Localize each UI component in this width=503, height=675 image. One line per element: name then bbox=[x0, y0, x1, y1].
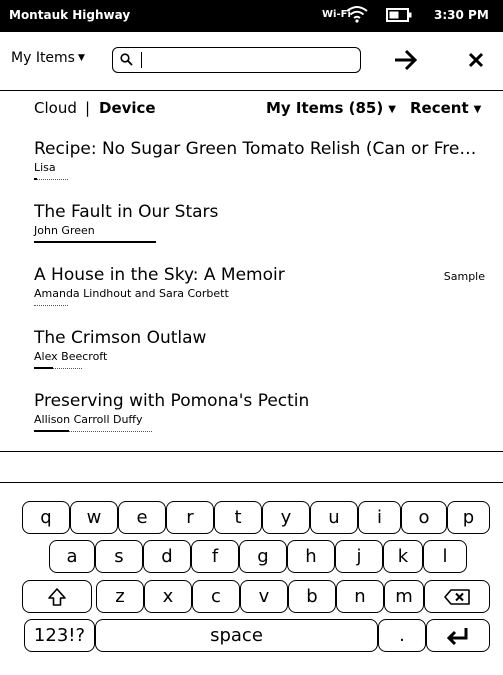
backspace-key[interactable] bbox=[424, 580, 490, 613]
progress-fill bbox=[34, 178, 37, 180]
book-author: John Green bbox=[34, 224, 95, 237]
key-v[interactable]: v bbox=[240, 580, 288, 613]
battery-icon bbox=[386, 8, 412, 22]
my-items-label: My Items (85) bbox=[266, 99, 384, 117]
search-scope-dropdown[interactable]: My Items ▼ bbox=[11, 50, 85, 66]
period-key[interactable]: . bbox=[378, 619, 426, 652]
reading-progress bbox=[34, 178, 68, 180]
key-a[interactable]: a bbox=[49, 540, 95, 573]
key-o[interactable]: o bbox=[401, 501, 447, 534]
book-author: Alex Beecroft bbox=[34, 350, 108, 363]
wifi-icon bbox=[346, 6, 368, 23]
enter-icon bbox=[446, 627, 468, 645]
search-icon bbox=[120, 53, 133, 66]
book-item[interactable]: Preserving with Pomona's Pectin Allison … bbox=[34, 390, 489, 432]
on-screen-keyboard: q w e r t y u i o p a s d f g h j k l z … bbox=[0, 483, 503, 675]
key-d[interactable]: d bbox=[143, 540, 191, 573]
close-icon[interactable] bbox=[467, 51, 485, 69]
progress-fill bbox=[34, 430, 69, 432]
key-p[interactable]: p bbox=[447, 501, 490, 534]
progress-fill bbox=[34, 241, 156, 243]
shift-icon bbox=[48, 587, 66, 606]
progress-fill bbox=[34, 367, 53, 369]
key-b[interactable]: b bbox=[288, 580, 336, 613]
library-filter-bar: Cloud | Device My Items (85) ▼ Recent ▼ bbox=[0, 91, 503, 125]
book-item[interactable]: The Fault in Our Stars John Green bbox=[34, 201, 489, 243]
key-l[interactable]: l bbox=[423, 540, 467, 573]
sort-label: Recent bbox=[410, 99, 469, 117]
cloud-tab[interactable]: Cloud bbox=[34, 99, 77, 117]
sort-dropdown[interactable]: Recent ▼ bbox=[410, 99, 481, 117]
reading-progress bbox=[34, 367, 82, 369]
key-i[interactable]: i bbox=[358, 501, 401, 534]
key-u[interactable]: u bbox=[310, 501, 358, 534]
key-k[interactable]: k bbox=[383, 540, 423, 573]
search-input[interactable] bbox=[143, 51, 353, 69]
key-y[interactable]: y bbox=[262, 501, 310, 534]
numbers-symbols-key[interactable]: 123!? bbox=[24, 619, 95, 652]
key-r[interactable]: r bbox=[166, 501, 214, 534]
text-cursor bbox=[141, 52, 142, 68]
caret-down-icon: ▼ bbox=[388, 104, 396, 115]
key-z[interactable]: z bbox=[96, 580, 144, 613]
caret-down-icon: ▼ bbox=[77, 53, 85, 63]
reading-progress bbox=[34, 241, 156, 243]
book-author: Amanda Lindhout and Sara Corbett bbox=[34, 287, 229, 300]
book-title: Recipe: No Sugar Green Tomato Relish (Ca… bbox=[34, 139, 477, 159]
enter-key[interactable] bbox=[426, 619, 490, 652]
book-author: Allison Carroll Duffy bbox=[34, 413, 143, 426]
key-t[interactable]: t bbox=[214, 501, 262, 534]
caret-down-icon: ▼ bbox=[473, 104, 482, 115]
book-item[interactable]: Recipe: No Sugar Green Tomato Relish (Ca… bbox=[34, 138, 489, 180]
shift-key[interactable] bbox=[22, 580, 92, 613]
space-key[interactable]: space bbox=[95, 619, 378, 652]
book-item[interactable]: A House in the Sky: A Memoir Amanda Lind… bbox=[34, 264, 489, 306]
key-j[interactable]: j bbox=[335, 540, 383, 573]
my-items-filter[interactable]: My Items (85) ▼ bbox=[266, 99, 396, 117]
reading-progress bbox=[34, 304, 68, 306]
key-w[interactable]: w bbox=[70, 501, 118, 534]
book-author: Lisa bbox=[34, 161, 56, 174]
key-m[interactable]: m bbox=[384, 580, 424, 613]
progress-track bbox=[34, 178, 68, 180]
key-f[interactable]: f bbox=[191, 540, 239, 573]
backspace-icon bbox=[444, 588, 470, 605]
key-n[interactable]: n bbox=[336, 580, 384, 613]
go-arrow-icon[interactable] bbox=[394, 49, 418, 71]
key-s[interactable]: s bbox=[95, 540, 143, 573]
tab-separator: | bbox=[85, 99, 91, 117]
reading-progress bbox=[34, 430, 152, 432]
search-box[interactable] bbox=[112, 47, 361, 73]
clock: 3:30 PM bbox=[434, 8, 489, 22]
book-title: The Fault in Our Stars bbox=[34, 202, 219, 222]
book-item[interactable]: The Crimson Outlaw Alex Beecroft bbox=[34, 327, 489, 369]
key-x[interactable]: x bbox=[144, 580, 192, 613]
book-title: A House in the Sky: A Memoir bbox=[34, 265, 285, 285]
sample-badge: Sample bbox=[443, 270, 485, 283]
key-q[interactable]: q bbox=[22, 501, 70, 534]
list-divider bbox=[0, 451, 503, 452]
key-c[interactable]: c bbox=[192, 580, 240, 613]
key-h[interactable]: h bbox=[287, 540, 335, 573]
status-bar: Montauk Highway Wi-Fi 3:30 PM bbox=[0, 0, 503, 32]
network-name: Montauk Highway bbox=[9, 8, 131, 22]
progress-track bbox=[34, 304, 68, 306]
book-title: The Crimson Outlaw bbox=[34, 328, 207, 348]
search-toolbar: My Items ▼ bbox=[0, 32, 503, 91]
book-title: Preserving with Pomona's Pectin bbox=[34, 391, 310, 411]
search-scope-label: My Items bbox=[11, 50, 75, 66]
device-tab[interactable]: Device bbox=[99, 99, 156, 117]
key-g[interactable]: g bbox=[239, 540, 287, 573]
key-e[interactable]: e bbox=[118, 501, 166, 534]
